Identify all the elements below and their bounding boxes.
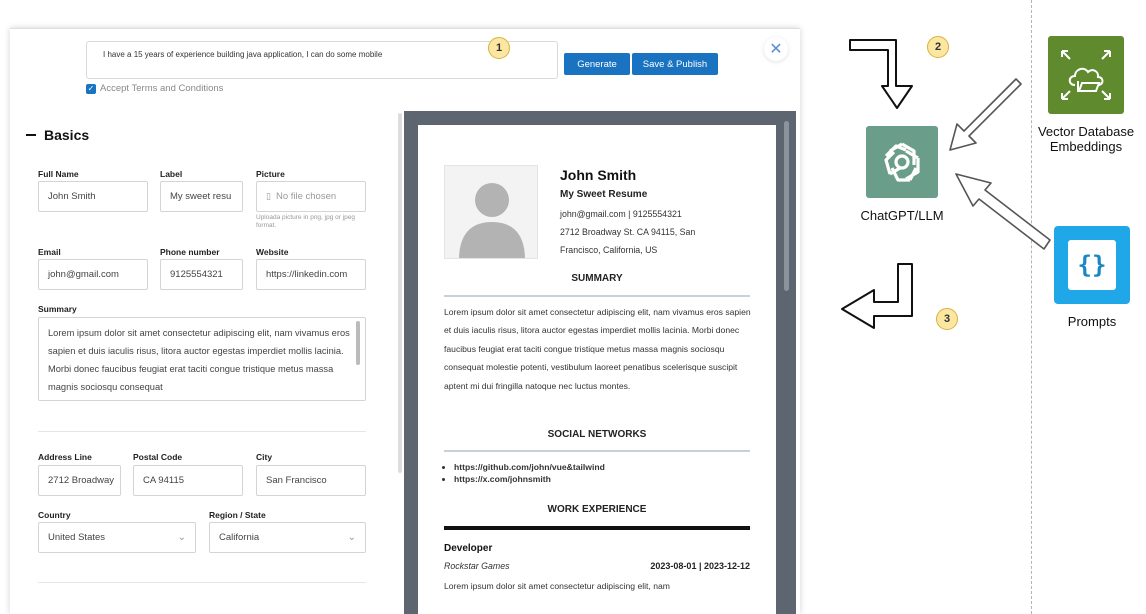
preview-scrollbar[interactable] xyxy=(784,121,789,291)
arrow-from-prompts xyxy=(955,173,1051,250)
region-value: California xyxy=(219,532,260,543)
step-badge-2: 2 xyxy=(927,36,949,58)
avatar xyxy=(444,165,538,259)
picture-file-value: No file chosen xyxy=(275,191,337,202)
terms-checkbox[interactable]: ✓ xyxy=(86,83,96,94)
vector-label-line2: Embeddings xyxy=(1049,139,1123,154)
resume-summary: Lorem ipsum dolor sit amet consectetur a… xyxy=(444,307,751,391)
picture-hint: Uploada picture in png, jpg or jpeg form… xyxy=(256,214,356,229)
prompts-tile: {} xyxy=(1054,226,1130,304)
region-label: Region / State xyxy=(209,510,266,520)
divider xyxy=(38,582,366,583)
llm-label: ChatGPT/LLM xyxy=(860,208,944,223)
work-dates: 2023-08-01 | 2023-12-12 xyxy=(650,561,750,571)
region-select[interactable]: California ⌄ xyxy=(209,522,366,553)
cloud-folder-icon xyxy=(1061,50,1111,100)
summary-label: Summary xyxy=(38,304,77,314)
resume-address-line2: Francisco, California, US xyxy=(560,245,658,255)
social-links: https://github.com/john/vue&tailwind htt… xyxy=(454,461,605,485)
work-heading: WORK EXPERIENCE xyxy=(547,504,647,515)
city-label: City xyxy=(256,452,273,462)
postal-label: Postal Code xyxy=(133,452,183,462)
close-icon[interactable]: ✕ xyxy=(764,37,788,61)
resume-page: John Smith My Sweet Resume john@gmail.co… xyxy=(418,125,776,614)
social-link[interactable]: https://github.com/john/vue&tailwind xyxy=(454,461,605,473)
social-heading: SOCIAL NETWORKS xyxy=(547,429,647,440)
website-label: Website xyxy=(256,247,289,257)
llm-tile xyxy=(866,126,938,198)
label-input[interactable]: My sweet resu xyxy=(160,181,243,212)
website-input[interactable]: https://linkedin.com xyxy=(256,259,366,290)
summary-heading: SUMMARY xyxy=(571,273,623,284)
work-description: Lorem ipsum dolor sit amet consectetur a… xyxy=(444,581,670,591)
resume-preview: John Smith My Sweet Resume john@gmail.co… xyxy=(404,111,796,614)
vector-label-line1: Vector Database xyxy=(1037,124,1135,139)
picture-file-input[interactable]: ▯ No file chosen xyxy=(256,181,366,212)
arrow-to-llm xyxy=(849,39,913,109)
work-company: Rockstar Games xyxy=(444,561,510,571)
collapse-icon[interactable] xyxy=(26,134,36,136)
arrow-from-llm xyxy=(841,263,913,329)
resume-name: John Smith xyxy=(560,167,637,183)
phone-label: Phone number xyxy=(160,247,220,257)
address-input[interactable]: 2712 Broadway xyxy=(38,465,121,496)
label-field-label: Label xyxy=(160,169,183,179)
country-select[interactable]: United States ⌄ xyxy=(38,522,196,553)
summary-scrollbar[interactable] xyxy=(356,321,360,365)
city-input[interactable]: San Francisco xyxy=(256,465,366,496)
chevron-down-icon: ⌄ xyxy=(177,532,186,543)
section-basics[interactable]: Basics xyxy=(26,127,89,143)
work-rule xyxy=(444,526,750,530)
picture-label: Picture xyxy=(256,169,285,179)
phone-input[interactable]: 9125554321 xyxy=(160,259,243,290)
postal-input[interactable]: CA 94115 xyxy=(133,465,243,496)
social-rule xyxy=(444,450,750,452)
resume-label: My Sweet Resume xyxy=(560,189,648,200)
divider xyxy=(38,431,366,432)
openai-icon xyxy=(884,142,920,182)
terms-label: Accept Terms and Conditions xyxy=(100,83,224,94)
email-input[interactable]: john@gmail.com xyxy=(38,259,148,290)
step-badge-3: 3 xyxy=(936,308,958,330)
file-icon: ▯ xyxy=(266,191,271,201)
address-label: Address Line xyxy=(38,452,92,462)
summary-textarea[interactable]: Lorem ipsum dolor sit amet consectetur a… xyxy=(38,317,366,401)
summary-rule xyxy=(444,295,750,297)
vector-db-tile xyxy=(1048,36,1124,114)
terms-row[interactable]: ✓ Accept Terms and Conditions xyxy=(86,83,223,94)
section-title: Basics xyxy=(44,127,90,143)
full-name-label: Full Name xyxy=(38,169,79,179)
save-publish-button[interactable]: Save & Publish xyxy=(632,53,718,75)
step-badge-1: 1 xyxy=(488,37,510,59)
generate-button[interactable]: Generate xyxy=(564,53,630,75)
email-label: Email xyxy=(38,247,61,257)
full-name-input[interactable]: John Smith xyxy=(38,181,148,212)
braces-icon: {} xyxy=(1068,240,1116,290)
work-role: Developer xyxy=(444,543,493,554)
resume-contact: john@gmail.com | 9125554321 xyxy=(560,209,682,219)
country-label: Country xyxy=(38,510,71,520)
resume-builder-window: I have a 15 years of experience building… xyxy=(10,28,800,614)
dashed-separator xyxy=(1031,0,1032,614)
form-scrollbar[interactable] xyxy=(398,113,402,473)
resume-address-line1: 2712 Broadway St. CA 94115, San xyxy=(560,227,696,237)
chevron-down-icon: ⌄ xyxy=(347,532,356,543)
prompts-label: Prompts xyxy=(1067,314,1117,329)
vector-db-label: Vector Database Embeddings xyxy=(1026,124,1146,154)
social-link[interactable]: https://x.com/johnsmith xyxy=(454,473,605,485)
arrow-from-vector xyxy=(949,78,1022,151)
country-value: United States xyxy=(48,532,106,543)
